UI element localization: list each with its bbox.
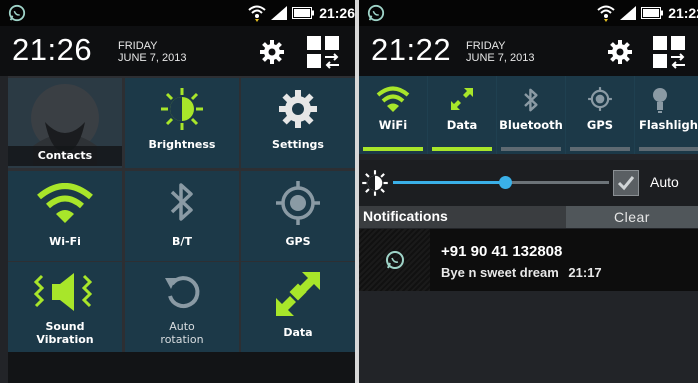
status-time: 21:22 xyxy=(668,5,698,21)
tile-wifi[interactable]: Wi-Fi xyxy=(8,171,122,261)
clock: 21:22 xyxy=(371,32,452,67)
tile-bluetooth[interactable]: B/T xyxy=(125,171,239,261)
toggle-bluetooth[interactable]: Bluetooth xyxy=(497,76,565,154)
auto-label: Auto xyxy=(650,174,679,190)
tile-label-line1: Auto xyxy=(169,320,195,333)
wifi-icon xyxy=(37,183,93,223)
auto-checkbox[interactable] xyxy=(613,170,639,196)
date-full: JUNE 7, 2013 xyxy=(118,52,187,64)
quick-settings-grid: Contacts Brightness Settings Wi-Fi B/T G… xyxy=(8,76,355,352)
whatsapp-icon xyxy=(367,4,385,22)
status-time: 21:26 xyxy=(319,5,355,21)
date-day: FRIDAY xyxy=(118,40,158,52)
right-screenshot: 21:22 21:22 FRIDAY JUNE 7, 2013 WiFi Dat… xyxy=(359,0,698,383)
notifications-header: Notifications Clear xyxy=(359,206,698,228)
tile-label: Data xyxy=(283,326,313,339)
notification-time: 21:17 xyxy=(568,265,602,280)
signal-icon xyxy=(271,6,288,20)
notification-title: +91 90 41 132808 xyxy=(441,243,563,260)
tile-settings[interactable]: Settings xyxy=(241,78,355,168)
tile-auto-rotation[interactable]: Auto rotation xyxy=(125,262,239,352)
toggle-label: Flashlight xyxy=(639,118,698,132)
toggle-indicator xyxy=(501,147,561,151)
check-icon xyxy=(617,176,635,191)
whatsapp-icon xyxy=(386,251,404,269)
date: FRIDAY JUNE 7, 2013 xyxy=(466,40,534,64)
slider-fill xyxy=(393,181,506,184)
tile-label: Contacts xyxy=(8,146,122,166)
tile-label: Brightness xyxy=(148,138,216,151)
settings-gear-icon[interactable] xyxy=(606,38,634,66)
toggle-view-icon[interactable] xyxy=(651,34,687,70)
tile-contacts[interactable]: Contacts xyxy=(8,78,122,168)
notification-body: Bye n sweet dream xyxy=(441,265,559,280)
toggle-gps[interactable]: GPS xyxy=(566,76,634,154)
bluetooth-icon xyxy=(170,183,193,221)
wifi-status-icon xyxy=(248,5,266,22)
notification-item[interactable]: +91 90 41 132808 Bye n sweet dream 21:17 xyxy=(359,229,698,291)
data-arrows-icon xyxy=(276,272,320,316)
toggle-indicator xyxy=(570,147,630,151)
toggle-label: GPS xyxy=(586,118,614,132)
left-screenshot: 21:26 21:26 FRIDAY JUNE 7, 2013 Contacts… xyxy=(0,0,355,383)
bluetooth-icon xyxy=(524,88,538,112)
toggle-indicator xyxy=(432,147,492,151)
empty-area xyxy=(359,291,698,383)
gear-icon xyxy=(279,90,317,128)
toggle-wifi[interactable]: WiFi xyxy=(359,76,427,154)
tile-sound-vibration[interactable]: Sound Vibration xyxy=(8,262,122,352)
toggle-label: WiFi xyxy=(378,118,408,132)
tile-label: Settings xyxy=(272,138,324,151)
date-day: FRIDAY xyxy=(466,40,506,52)
gps-icon xyxy=(588,87,612,111)
toggle-flashlight[interactable]: Flashlight xyxy=(635,76,698,154)
grid-footer xyxy=(8,352,355,383)
tile-label-line2: Vibration xyxy=(36,333,94,346)
tile-label: B/T xyxy=(172,235,192,248)
data-arrows-icon xyxy=(451,88,473,110)
brightness-icon xyxy=(362,170,388,196)
quick-toggle-bar: WiFi Data Bluetooth GPS Flashlight xyxy=(359,76,698,154)
clear-label: Clear xyxy=(614,209,650,225)
clear-button[interactable]: Clear xyxy=(566,206,698,228)
gps-icon xyxy=(276,181,320,225)
settings-gear-icon[interactable] xyxy=(258,38,286,66)
notification-body-row: Bye n sweet dream 21:17 xyxy=(441,265,602,280)
brightness-row: Auto xyxy=(359,160,698,206)
whatsapp-icon xyxy=(8,4,26,22)
brightness-slider[interactable] xyxy=(393,176,609,189)
signal-icon xyxy=(620,6,637,20)
toggle-label: Bluetooth xyxy=(499,118,563,132)
notification-icon-area xyxy=(359,229,430,291)
tile-gps[interactable]: GPS xyxy=(241,171,355,261)
tile-label-line2: rotation xyxy=(160,333,204,346)
tile-label: Wi-Fi xyxy=(49,235,81,248)
brightness-icon xyxy=(161,88,203,130)
flashlight-icon xyxy=(653,88,668,113)
speaker-vibration-icon xyxy=(33,273,93,311)
rotate-icon xyxy=(165,276,200,309)
slider-thumb[interactable] xyxy=(499,176,513,189)
notification-header: 21:26 FRIDAY JUNE 7, 2013 xyxy=(0,26,355,76)
tile-label-line1: Sound xyxy=(45,320,85,333)
notification-header: 21:22 FRIDAY JUNE 7, 2013 xyxy=(359,26,698,76)
wifi-status-icon xyxy=(597,5,615,22)
toggle-indicator xyxy=(639,147,698,151)
date: FRIDAY JUNE 7, 2013 xyxy=(118,40,186,64)
toggle-label: Data xyxy=(446,118,478,132)
wifi-icon xyxy=(376,86,410,112)
status-bar: 21:22 xyxy=(359,0,698,26)
tile-label: GPS xyxy=(285,235,311,248)
tile-brightness[interactable]: Brightness xyxy=(125,78,239,168)
battery-icon xyxy=(641,7,664,19)
toggle-view-icon[interactable] xyxy=(305,34,341,70)
date-full: JUNE 7, 2013 xyxy=(466,52,535,64)
battery-icon xyxy=(292,7,315,19)
clock: 21:26 xyxy=(12,32,93,67)
notifications-label: Notifications xyxy=(363,208,448,224)
status-bar: 21:26 xyxy=(0,0,355,26)
toggle-indicator xyxy=(363,147,423,151)
tile-data[interactable]: Data xyxy=(241,262,355,352)
toggle-data[interactable]: Data xyxy=(428,76,496,154)
